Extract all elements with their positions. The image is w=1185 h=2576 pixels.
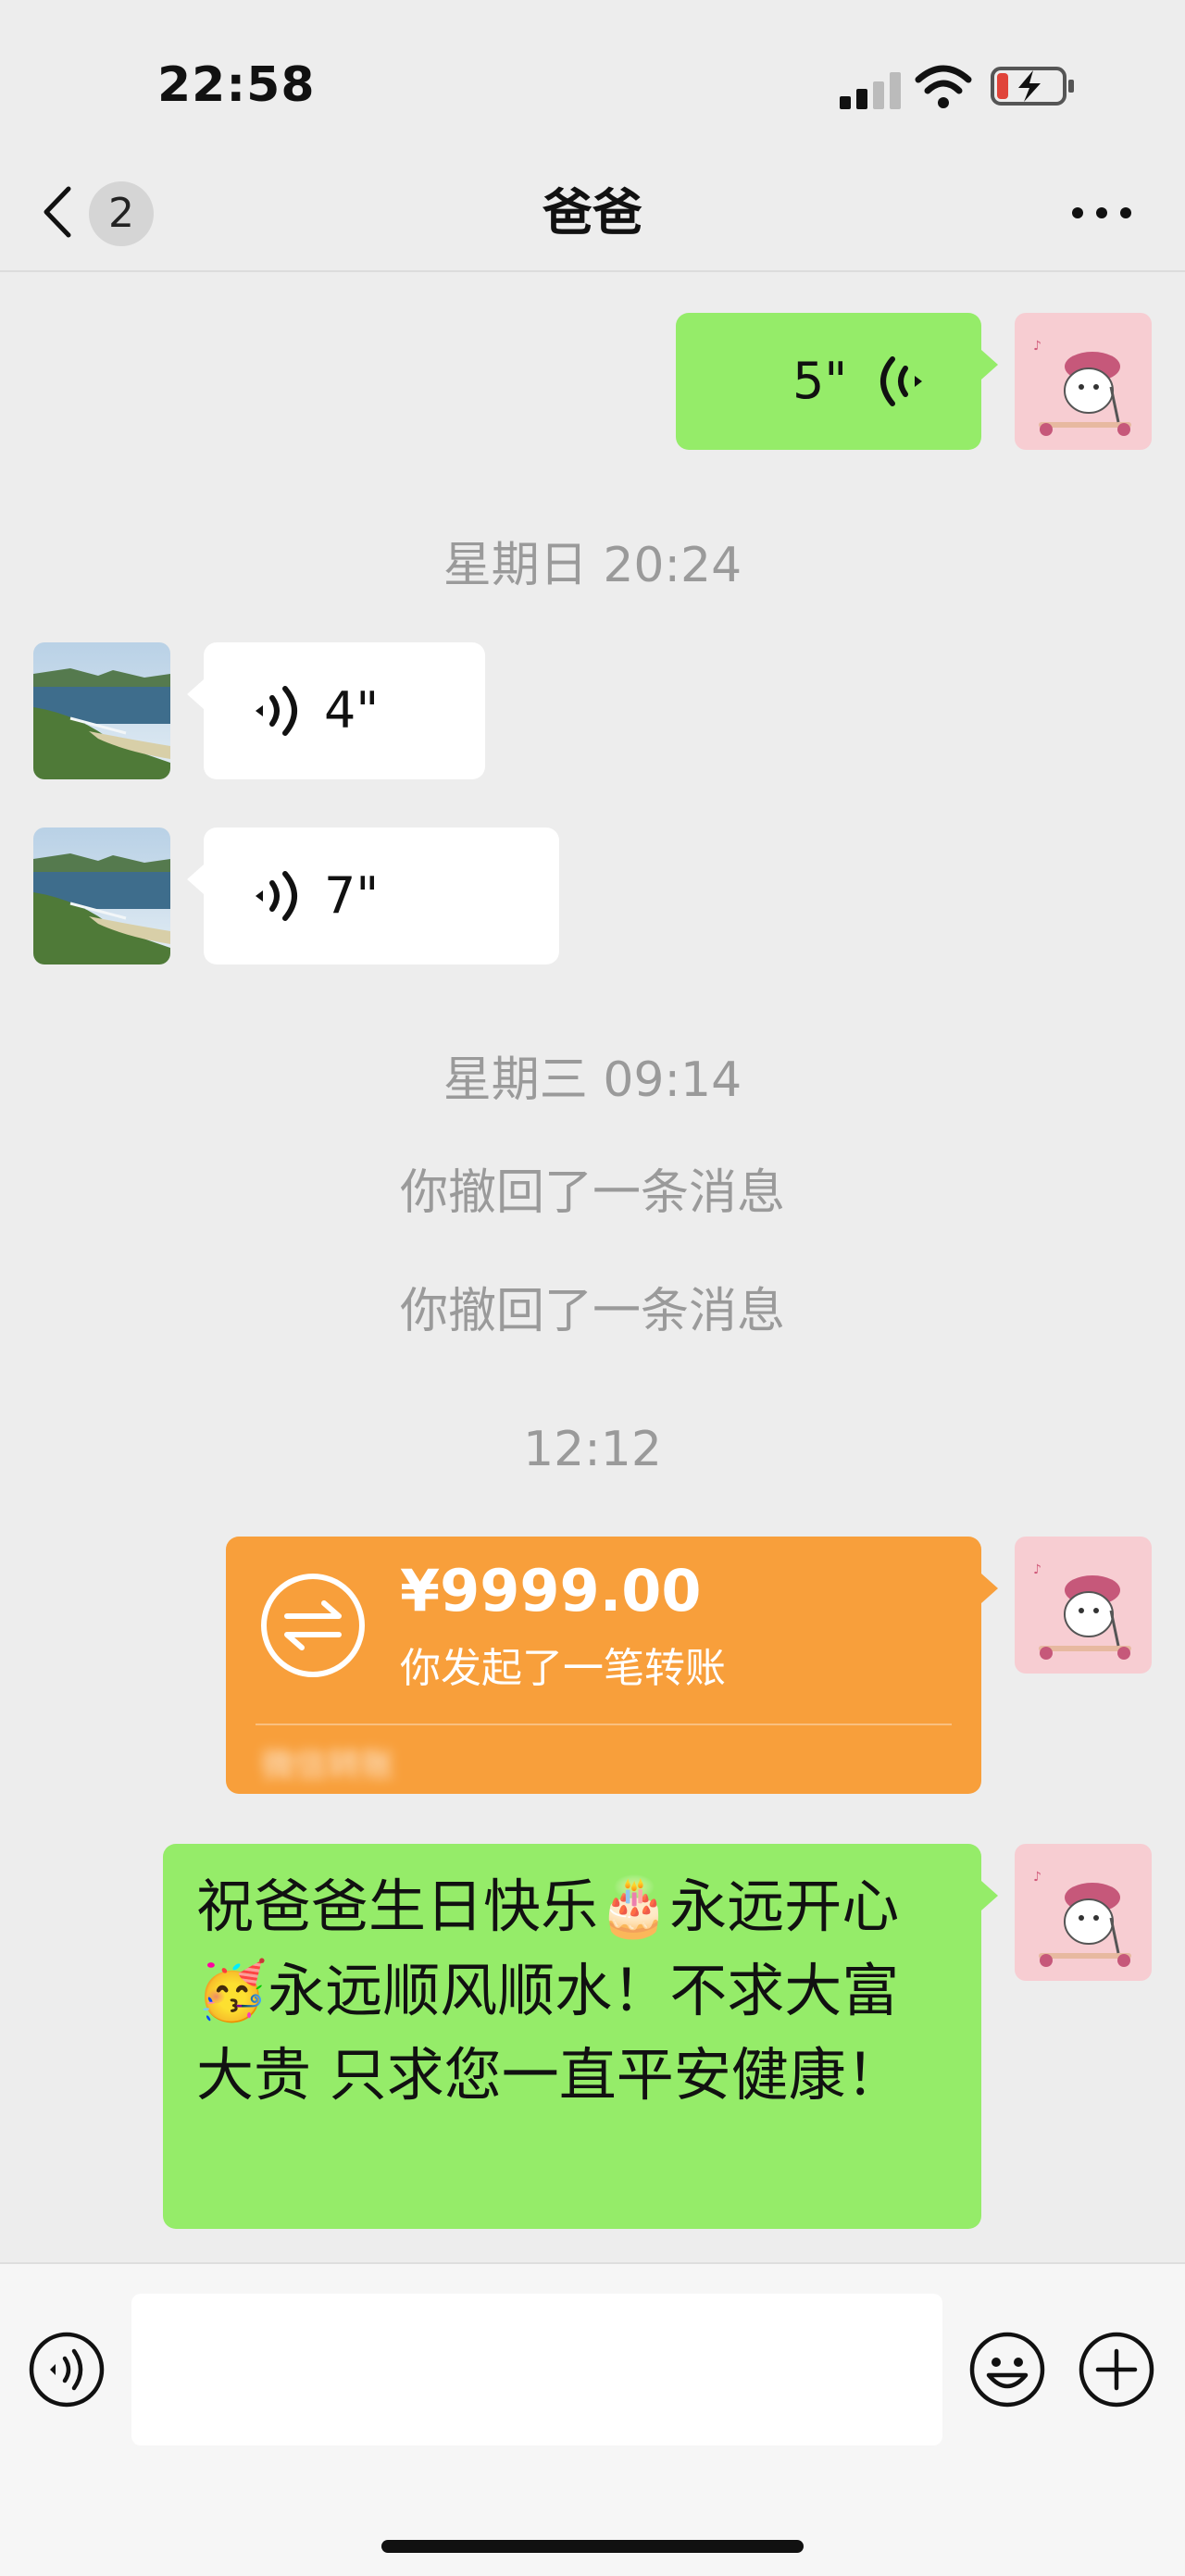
- contact-avatar[interactable]: [33, 828, 170, 964]
- svg-text:♪: ♪: [1033, 1870, 1042, 1885]
- transfer-footer: 微信转账: [261, 1747, 395, 1785]
- received-voice-message[interactable]: 7": [187, 828, 559, 964]
- cellular-signal-icon: [840, 72, 901, 109]
- transfer-description: 你发起了一笔转账: [400, 1645, 726, 1692]
- voice-icon[interactable]: [28, 2331, 106, 2408]
- unread-count-badge[interactable]: 2: [89, 181, 154, 246]
- chat-title: 爸爸: [543, 183, 642, 242]
- voice-wave-icon: [880, 356, 922, 406]
- voice-duration: 4": [324, 681, 380, 740]
- voice-wave-icon: [256, 871, 297, 921]
- wifi-icon: [915, 65, 972, 108]
- my-avatar[interactable]: ♪: [1015, 1844, 1152, 1981]
- received-voice-message[interactable]: 4": [187, 642, 485, 779]
- emoji-icon[interactable]: [968, 2331, 1046, 2408]
- svg-text:♪: ♪: [1033, 1562, 1042, 1577]
- transfer-amount: ¥9999.00: [400, 1557, 702, 1624]
- message-text: 祝爸爸生日快乐🎂永远开心🥳永远顺风顺水！不求大富大贵 只求您一直平安健康！: [196, 1873, 904, 2109]
- plus-icon[interactable]: [1078, 2331, 1155, 2408]
- sent-voice-message[interactable]: 5": [676, 313, 998, 450]
- my-avatar[interactable]: ♪: [1015, 313, 1152, 450]
- transfer-card[interactable]: ¥9999.00 你发起了一笔转账 微信转账: [226, 1537, 998, 1794]
- voice-wave-icon: [256, 686, 297, 736]
- sent-text-message[interactable]: 祝爸爸生日快乐🎂永远开心🥳永远顺风顺水！不求大富大贵 只求您一直平安健康！: [163, 1844, 998, 2229]
- timestamp: 12:12: [523, 1422, 662, 1477]
- message-input[interactable]: [131, 2294, 942, 2445]
- status-time: 22:58: [157, 57, 316, 113]
- contact-avatar[interactable]: [33, 642, 170, 779]
- voice-duration: 7": [324, 866, 380, 925]
- battery-charging-icon: [991, 67, 1074, 106]
- voice-duration: 5": [792, 352, 848, 410]
- more-icon[interactable]: [1065, 185, 1139, 241]
- timestamp: 星期三 09:14: [443, 1052, 742, 1108]
- chevron-left-icon[interactable]: [41, 185, 74, 239]
- my-avatar[interactable]: ♪: [1015, 1537, 1152, 1674]
- divider: [256, 1724, 952, 1725]
- transfer-arrows-icon: [261, 1574, 365, 1677]
- recall-notice: 你撤回了一条消息: [399, 1165, 785, 1221]
- home-indicator: [381, 2540, 804, 2553]
- recall-notice: 你撤回了一条消息: [399, 1284, 785, 1339]
- svg-text:♪: ♪: [1033, 339, 1042, 354]
- timestamp: 星期日 20:24: [443, 538, 742, 593]
